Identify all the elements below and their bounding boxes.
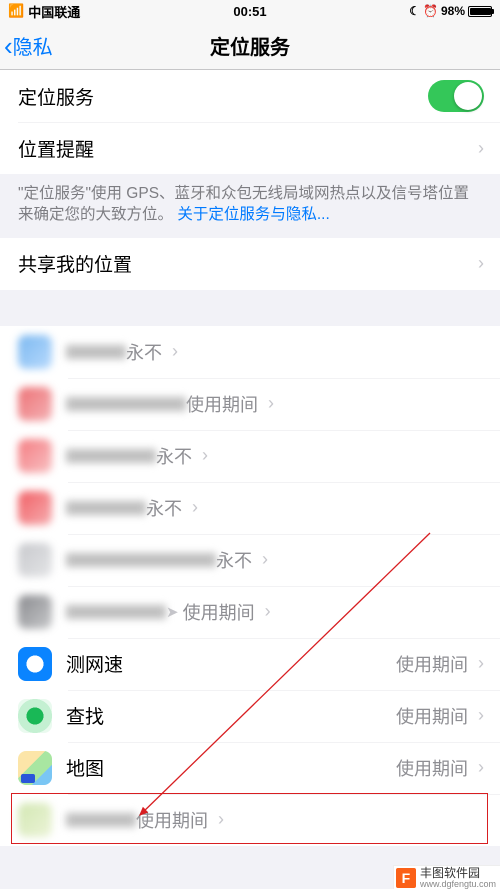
app-permission-value: 永不: [146, 495, 182, 521]
back-label: 隐私: [13, 31, 53, 60]
page-title: 定位服务: [210, 31, 290, 60]
app-permission-value: 永不: [156, 443, 192, 469]
chevron-right-icon: ›: [478, 138, 484, 159]
nav-bar: ‹ 隐私 定位服务: [0, 22, 500, 70]
chevron-right-icon: ›: [262, 549, 268, 570]
app-name-label: [66, 501, 146, 515]
app-permission-value: 永不: [126, 339, 162, 365]
app-name-label: 测网速: [66, 650, 396, 677]
app-name-label: 查找: [66, 702, 396, 729]
location-services-toggle-row[interactable]: 定位服务: [0, 70, 500, 122]
app-row[interactable]: ➤ 使用期间 ›: [0, 586, 500, 638]
privacy-link[interactable]: 关于定位服务与隐私...: [177, 206, 329, 223]
alarm-icon: ⏰: [423, 4, 438, 18]
app-icon: [18, 491, 52, 525]
chevron-left-icon: ‹: [4, 33, 13, 59]
app-name-label: [66, 397, 186, 411]
chevron-right-icon: ›: [202, 445, 208, 466]
app-row[interactable]: 使用期间 ›: [0, 378, 500, 430]
app-icon: [18, 335, 52, 369]
carrier-label: 中国联通: [28, 2, 80, 21]
app-name-label: [66, 605, 166, 619]
info-text: "定位服务"使用 GPS、蓝牙和众包无线局域网热点以及信号塔位置来确定您的大致方…: [0, 174, 500, 238]
app-icon: [18, 803, 52, 837]
app-icon: [18, 595, 52, 629]
app-row[interactable]: 使用期间 ›: [0, 794, 500, 846]
app-row[interactable]: 永不 ›: [0, 326, 500, 378]
app-permission-value: 使用期间: [396, 651, 468, 677]
app-name-label: 地图: [66, 754, 396, 781]
chevron-right-icon: ›: [218, 809, 224, 830]
app-permission-value: 使用期间: [136, 807, 208, 833]
watermark: F 丰图软件园 www.dgfengtu.com: [393, 865, 500, 889]
location-services-label: 定位服务: [18, 83, 428, 110]
watermark-url: www.dgfengtu.com: [420, 880, 496, 889]
findmy-icon: [18, 699, 52, 733]
watermark-name: 丰图软件园: [420, 867, 496, 880]
clock-label: 00:51: [233, 4, 266, 19]
chevron-right-icon: ›: [172, 341, 178, 362]
app-row[interactable]: 永不 ›: [0, 534, 500, 586]
back-button[interactable]: ‹ 隐私: [4, 31, 53, 60]
maps-icon: [18, 751, 52, 785]
app-permission-value: 使用期间: [183, 599, 255, 625]
app-row-findmy[interactable]: 查找 使用期间 ›: [0, 690, 500, 742]
app-icon: [18, 439, 52, 473]
app-row-maps[interactable]: 地图 使用期间 ›: [0, 742, 500, 794]
app-permission-value: 使用期间: [396, 703, 468, 729]
signal-icon: 📶: [8, 3, 24, 19]
app-name-label: [66, 813, 136, 827]
battery-icon: [468, 6, 492, 17]
chevron-right-icon: ›: [478, 253, 484, 274]
location-arrow-icon: ➤: [166, 603, 179, 621]
watermark-logo: F: [396, 868, 416, 888]
battery-label: 98%: [441, 4, 465, 18]
app-name-label: [66, 345, 126, 359]
app-icon: [18, 543, 52, 577]
moon-icon: ☾: [409, 4, 420, 18]
app-row[interactable]: 永不 ›: [0, 482, 500, 534]
share-my-location-row[interactable]: 共享我的位置 ›: [0, 238, 500, 290]
share-my-location-label: 共享我的位置: [18, 250, 478, 277]
location-services-switch[interactable]: [428, 80, 484, 112]
chevron-right-icon: ›: [192, 497, 198, 518]
chevron-right-icon: ›: [268, 393, 274, 414]
app-name-label: [66, 553, 216, 567]
app-name-label: [66, 449, 156, 463]
app-icon: [18, 387, 52, 421]
location-alerts-label: 位置提醒: [18, 135, 478, 162]
app-row-speedtest[interactable]: 测网速 使用期间 ›: [0, 638, 500, 690]
location-alerts-row[interactable]: 位置提醒 ›: [0, 122, 500, 174]
app-permission-value: 永不: [216, 547, 252, 573]
chevron-right-icon: ›: [478, 757, 484, 778]
chevron-right-icon: ›: [478, 653, 484, 674]
speedtest-icon: [18, 647, 52, 681]
app-permission-value: 使用期间: [186, 391, 258, 417]
app-permission-value: 使用期间: [396, 755, 468, 781]
status-bar: 📶 中国联通 00:51 ☾ ⏰ 98%: [0, 0, 500, 22]
chevron-right-icon: ›: [478, 705, 484, 726]
app-row[interactable]: 永不 ›: [0, 430, 500, 482]
chevron-right-icon: ›: [265, 601, 271, 622]
